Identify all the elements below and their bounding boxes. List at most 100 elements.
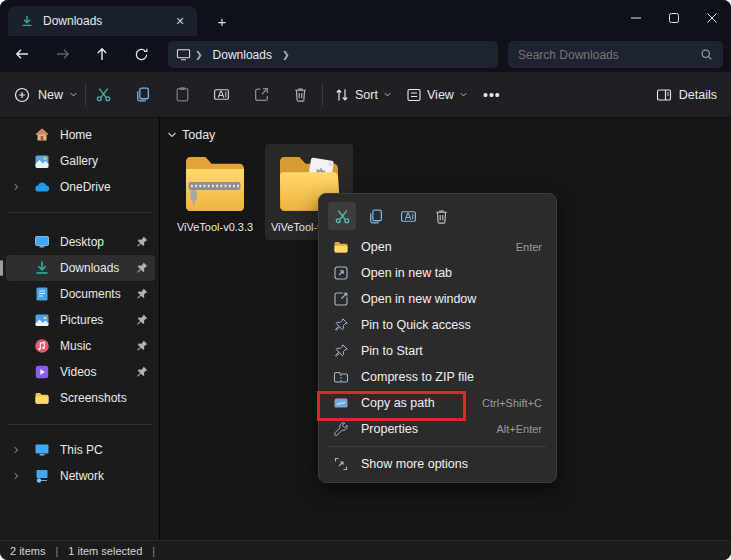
minimize-button[interactable] (617, 0, 655, 36)
tab-title: Downloads (43, 14, 171, 28)
back-button[interactable] (6, 42, 38, 66)
wrench-icon (333, 421, 349, 437)
this-pc-icon (176, 47, 191, 62)
menu-item-open[interactable]: Open Enter (319, 234, 556, 260)
copy-as-path-annotation (317, 391, 466, 421)
videos-icon (34, 364, 50, 380)
chevron-down-icon (459, 90, 468, 99)
context-menu: Open Enter Open in new tab Open in new w… (318, 193, 557, 483)
folder-icon (333, 239, 349, 255)
sidebar-item-music[interactable]: Music (6, 333, 155, 359)
tab-close-button[interactable]: ✕ (171, 12, 189, 30)
paste-button[interactable] (164, 78, 200, 112)
delete-button[interactable] (282, 78, 318, 112)
sidebar-item-home[interactable]: Home (6, 122, 155, 148)
onedrive-icon (34, 179, 50, 195)
new-button[interactable]: New (14, 87, 78, 103)
download-icon (34, 260, 50, 276)
sidebar-item-downloads[interactable]: Downloads (6, 255, 155, 281)
forward-button[interactable] (47, 42, 79, 66)
sort-icon (334, 87, 350, 103)
sidebar-separator (8, 212, 151, 213)
menu-separator (329, 446, 546, 447)
menu-item-pin-quick-access[interactable]: Pin to Quick access (319, 312, 556, 338)
cut-button[interactable] (85, 78, 121, 112)
sidebar-item-gallery[interactable]: Gallery (6, 148, 155, 174)
menu-item-open-new-tab[interactable]: Open in new tab (319, 260, 556, 286)
sidebar-item-this-pc[interactable]: This PC (6, 437, 155, 463)
chevron-down-icon[interactable] (167, 130, 177, 140)
menu-item-pin-to-start[interactable]: Pin to Start (319, 338, 556, 364)
open-new-window-icon (333, 291, 349, 307)
pin-icon (135, 365, 149, 379)
delete-button[interactable] (427, 202, 455, 230)
address-bar[interactable]: ❯ Downloads ❯ (168, 41, 498, 68)
home-icon (34, 127, 50, 143)
open-new-tab-icon (333, 265, 349, 281)
tab-downloads[interactable]: Downloads ✕ (8, 6, 197, 36)
search-box[interactable] (508, 41, 723, 68)
details-button[interactable]: Details (656, 87, 717, 103)
copy-button[interactable] (124, 78, 160, 112)
pictures-icon (34, 312, 50, 328)
sidebar-item-documents[interactable]: Documents (6, 281, 155, 307)
sort-label: Sort (355, 88, 378, 102)
menu-item-open-new-window[interactable]: Open in new window (319, 286, 556, 312)
chevron-right-icon[interactable] (6, 472, 26, 480)
chevron-down-icon (69, 90, 78, 99)
breadcrumb-chevron: ❯ (195, 50, 203, 60)
view-icon (406, 87, 422, 103)
status-bar: 2 items | 1 item selected | (0, 540, 731, 560)
music-icon (34, 338, 50, 354)
sidebar-item-videos[interactable]: Videos (6, 359, 155, 385)
network-icon (34, 468, 50, 484)
group-header-today[interactable]: Today (167, 126, 731, 144)
close-button[interactable] (693, 0, 731, 36)
sidebar-item-desktop[interactable]: Desktop (6, 229, 155, 255)
chevron-down-icon (383, 90, 392, 99)
show-more-icon (333, 456, 349, 472)
view-button[interactable]: View (406, 87, 468, 103)
breadcrumb-downloads[interactable]: Downloads (213, 48, 272, 62)
pin-icon (135, 339, 149, 353)
pin-icon (135, 235, 149, 249)
plus-circle-icon (14, 87, 30, 103)
rename-button[interactable] (394, 202, 422, 230)
sidebar-item-pictures[interactable]: Pictures (6, 307, 155, 333)
search-icon (700, 48, 713, 61)
chevron-right-icon[interactable] (6, 446, 26, 454)
sidebar-item-screenshots[interactable]: Screenshots (6, 385, 155, 411)
menu-item-show-more[interactable]: Show more options (319, 451, 556, 477)
quick-actions-row (319, 198, 556, 234)
sidebar-item-onedrive[interactable]: OneDrive (6, 174, 155, 200)
pin-icon (135, 287, 149, 301)
rename-button[interactable] (203, 78, 239, 112)
menu-item-compress-zip[interactable]: Compress to ZIP file (319, 364, 556, 390)
pin-icon (135, 313, 149, 327)
title-bar: Downloads ✕ + (0, 0, 731, 36)
refresh-button[interactable] (125, 42, 157, 66)
more-options-button[interactable]: ••• (483, 87, 501, 103)
sidebar-item-network[interactable]: Network (6, 463, 155, 489)
details-pane-icon (656, 87, 672, 103)
items-count: 2 items (10, 545, 45, 557)
maximize-button[interactable] (655, 0, 693, 36)
cut-button[interactable] (328, 202, 356, 230)
window-controls (617, 0, 731, 36)
pin-icon (135, 261, 149, 275)
chevron-right-icon[interactable] (6, 183, 26, 191)
navigation-bar: ❯ Downloads ❯ (0, 36, 731, 72)
sidebar-separator (8, 424, 151, 425)
file-item-zip[interactable]: ViVeTool-v0.3.3 (171, 144, 259, 240)
up-button[interactable] (86, 42, 118, 66)
sort-button[interactable]: Sort (334, 87, 392, 103)
share-button[interactable] (243, 78, 279, 112)
download-icon (20, 14, 34, 28)
selected-count: 1 item selected (68, 545, 142, 557)
search-input[interactable] (518, 48, 700, 62)
view-label: View (427, 88, 454, 102)
navigation-pane: Home Gallery OneDrive Desktop (0, 118, 160, 540)
copy-button[interactable] (361, 202, 389, 230)
new-tab-button[interactable]: + (207, 6, 237, 36)
computer-icon (34, 442, 50, 458)
